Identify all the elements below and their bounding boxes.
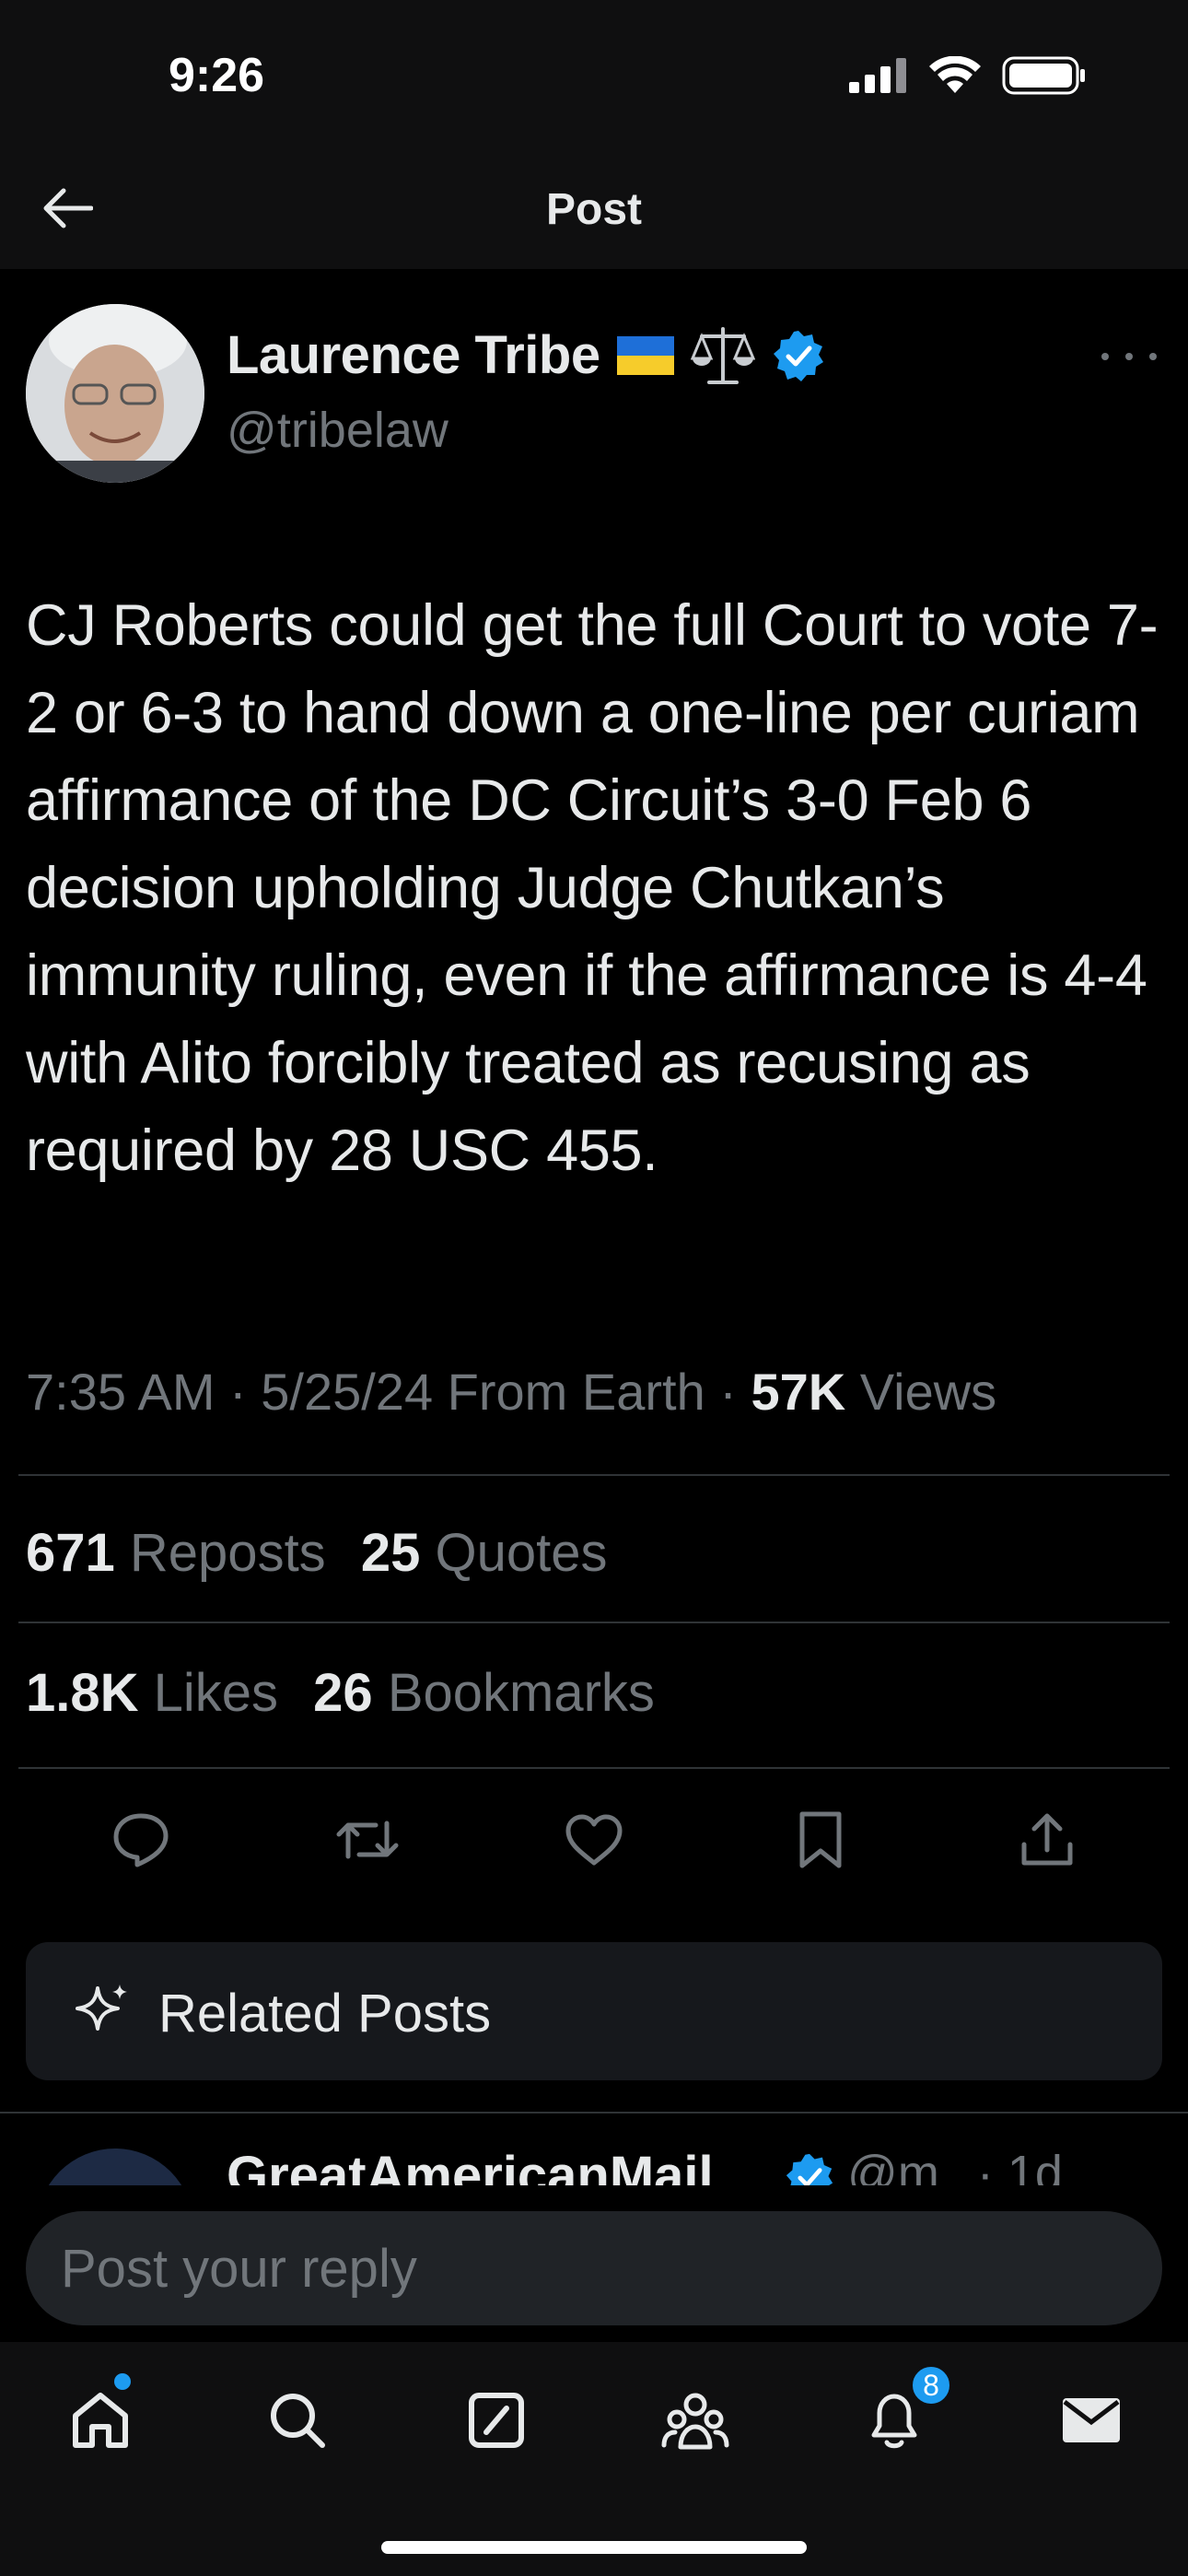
wifi-icon bbox=[929, 56, 981, 93]
views-count: 57K bbox=[751, 1363, 846, 1421]
meta-separator: · bbox=[229, 1363, 262, 1421]
action-bar bbox=[0, 1798, 1188, 1881]
next-post-preview[interactable]: GreatAmericanMail @m · 1d bbox=[0, 2112, 1188, 2185]
likes-stat[interactable]: 1.8K Likes bbox=[26, 1663, 278, 1723]
sparkle-icon bbox=[76, 1985, 127, 2031]
tweet-text: CJ Roberts could get the full Court to v… bbox=[26, 593, 1159, 1183]
divider bbox=[18, 1622, 1170, 1623]
divider bbox=[18, 1474, 1170, 1476]
reposts-count: 671 bbox=[26, 1523, 115, 1583]
cellular-signal-icon bbox=[849, 58, 906, 93]
more-dot-icon bbox=[1149, 353, 1157, 360]
messages-icon bbox=[1063, 2398, 1120, 2442]
bookmark-icon bbox=[799, 1811, 842, 1868]
tab-grok[interactable] bbox=[455, 2379, 538, 2462]
more-dot-icon bbox=[1125, 353, 1133, 360]
like-icon bbox=[565, 1814, 623, 1866]
share-icon bbox=[1021, 1813, 1073, 1866]
likes-count: 1.8K bbox=[26, 1663, 139, 1723]
repost-button[interactable] bbox=[326, 1798, 409, 1881]
tweet-date[interactable]: 5/25/24 bbox=[261, 1363, 433, 1421]
reposts-label: Reposts bbox=[129, 1523, 326, 1583]
reply-composer bbox=[0, 2185, 1188, 2342]
tweet-time[interactable]: 7:35 AM bbox=[26, 1363, 215, 1421]
views-label: Views bbox=[859, 1363, 997, 1421]
avatar-photo bbox=[26, 304, 204, 483]
tab-messages[interactable] bbox=[1050, 2379, 1133, 2462]
reply-icon bbox=[113, 1813, 169, 1868]
tab-search[interactable] bbox=[256, 2379, 339, 2462]
next-post-age: · 1d bbox=[976, 2146, 1063, 2185]
tab-home[interactable] bbox=[59, 2379, 142, 2462]
repost-icon bbox=[336, 1821, 399, 1859]
home-indicator[interactable] bbox=[381, 2541, 807, 2554]
quotes-label: Quotes bbox=[435, 1523, 608, 1583]
reposts-stat[interactable]: 671 Reposts bbox=[26, 1523, 326, 1583]
search-icon bbox=[271, 2394, 325, 2448]
share-button[interactable] bbox=[1006, 1798, 1089, 1881]
home-unread-dot bbox=[114, 2373, 131, 2390]
verified-badge-icon[interactable] bbox=[772, 329, 825, 382]
likes-label: Likes bbox=[153, 1663, 279, 1723]
quotes-stat[interactable]: 25 Quotes bbox=[361, 1523, 608, 1583]
status-icons bbox=[849, 55, 1087, 96]
battery-icon bbox=[1002, 56, 1085, 95]
communities-icon bbox=[661, 2393, 729, 2450]
more-dot-icon bbox=[1101, 353, 1109, 360]
like-button[interactable] bbox=[553, 1798, 635, 1881]
bottom-tab-bar: 8 bbox=[0, 2342, 1188, 2576]
status-time: 9:26 bbox=[169, 49, 265, 102]
bookmarks-stat[interactable]: 26 Bookmarks bbox=[313, 1663, 655, 1723]
grok-icon bbox=[469, 2393, 524, 2448]
tweet-meta: 7:35 AM · 5/25/24 From Earth · 57K Views bbox=[26, 1362, 996, 1422]
quotes-count: 25 bbox=[360, 1523, 421, 1583]
next-post-avatar[interactable] bbox=[37, 2149, 193, 2185]
next-post-handle: @m bbox=[847, 2146, 939, 2185]
divider bbox=[18, 1767, 1170, 1769]
notifications-badge: 8 bbox=[910, 2364, 952, 2406]
repost-quote-stats: 671 Reposts 25 Quotes bbox=[26, 1522, 607, 1584]
post-screen: 9:26 Post Laurence Tribe @tribelaw CJ Ro… bbox=[0, 0, 1188, 2576]
scales-icon bbox=[690, 326, 755, 384]
next-post-meta: @m · 1d bbox=[847, 2145, 1063, 2185]
related-posts-label: Related Posts bbox=[158, 1984, 492, 2043]
bookmarks-label: Bookmarks bbox=[387, 1663, 655, 1723]
related-posts-button[interactable]: Related Posts bbox=[26, 1942, 1162, 2080]
ukraine-flag-icon bbox=[616, 335, 674, 375]
meta-separator: · bbox=[719, 1363, 751, 1421]
author-handle[interactable]: @tribelaw bbox=[227, 402, 448, 459]
page-title: Post bbox=[545, 185, 642, 234]
author-name[interactable]: Laurence Tribe bbox=[227, 324, 600, 386]
author-avatar[interactable] bbox=[26, 304, 204, 483]
reply-input[interactable] bbox=[26, 2211, 1162, 2325]
tab-communities[interactable] bbox=[654, 2379, 737, 2462]
home-icon bbox=[73, 2393, 128, 2448]
reply-button[interactable] bbox=[99, 1798, 182, 1881]
bookmarks-count: 26 bbox=[313, 1663, 373, 1723]
post-header: Post bbox=[0, 147, 1188, 269]
status-bar: 9:26 bbox=[0, 0, 1188, 147]
author-name-row[interactable]: Laurence Tribe bbox=[227, 324, 825, 386]
bookmark-button[interactable] bbox=[779, 1798, 862, 1881]
tweet-source: From Earth bbox=[447, 1363, 705, 1421]
next-post-author-name[interactable]: GreatAmericanMail bbox=[227, 2145, 714, 2185]
more-options-button[interactable] bbox=[1101, 343, 1157, 370]
likes-bookmarks-stats: 1.8K Likes 26 Bookmarks bbox=[26, 1662, 655, 1724]
verified-badge-icon bbox=[786, 2153, 833, 2185]
